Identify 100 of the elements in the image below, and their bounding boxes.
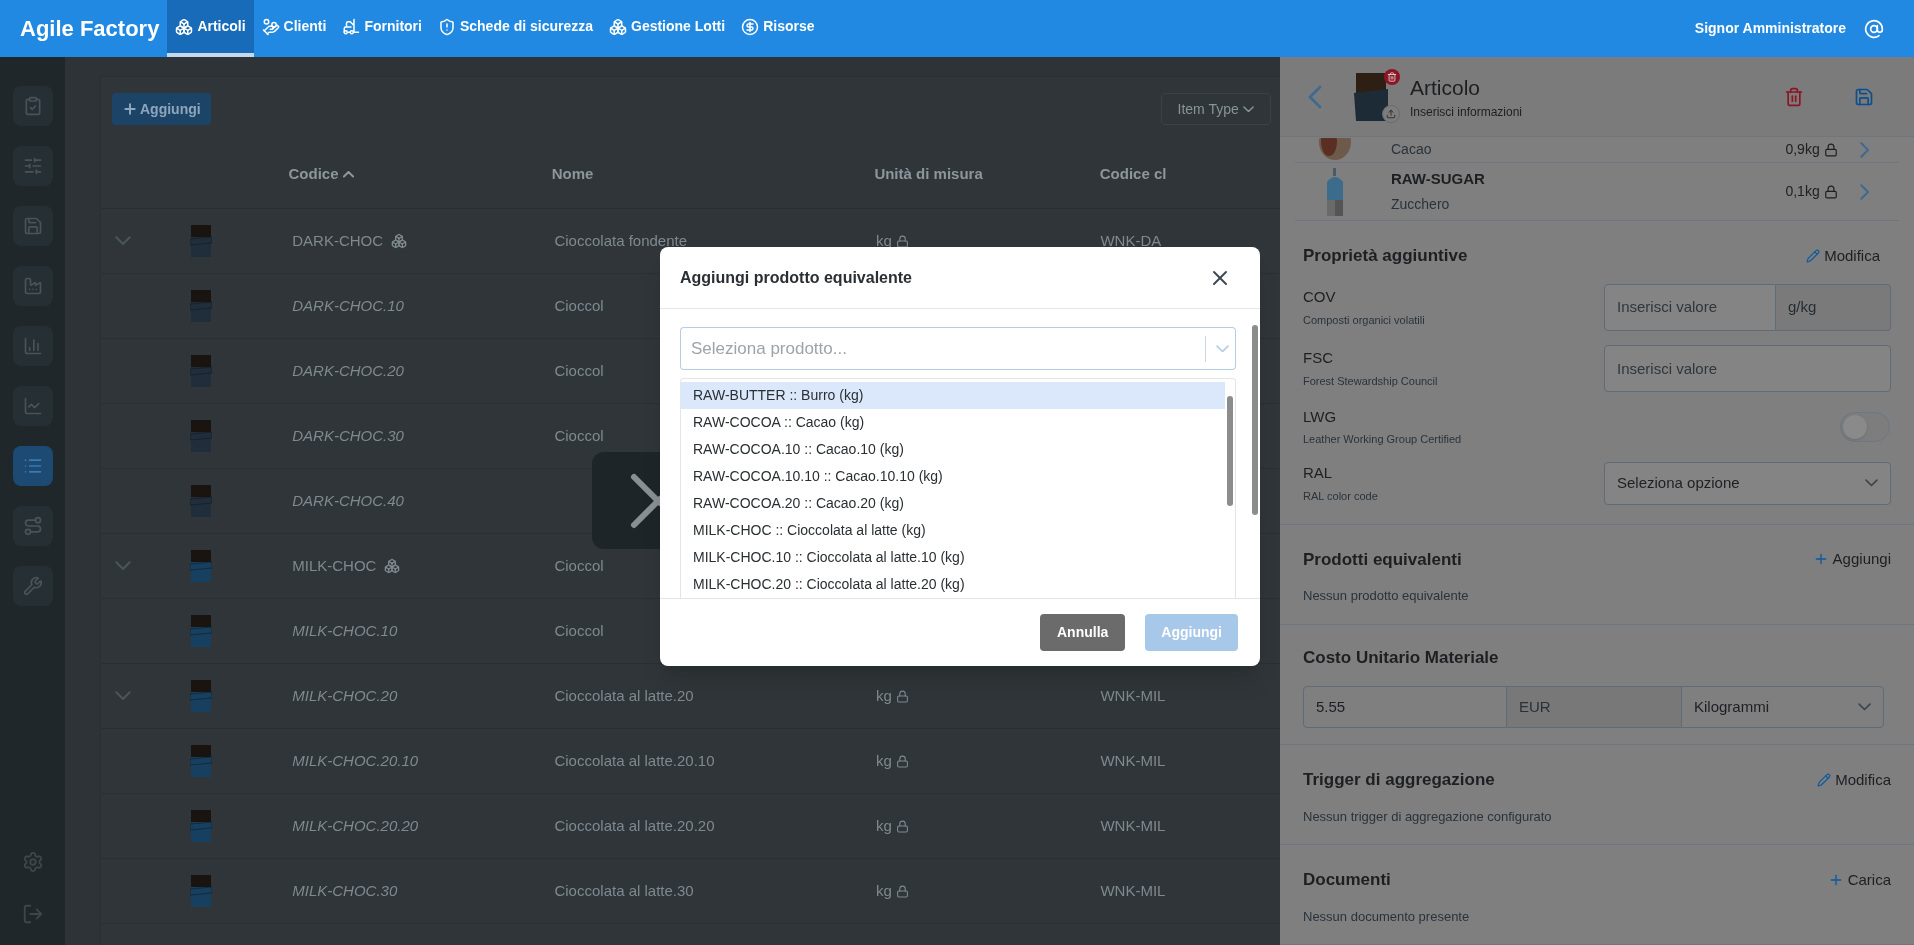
value-field[interactable]: Inserisci valore xyxy=(1604,283,1776,331)
name-cell: Cioccolata al latte.30 xyxy=(554,881,694,899)
table-row[interactable]: MILK-CHOC.30 Cioccolata al latte.30 kg WNK-MIL xyxy=(101,859,1280,924)
cost-field[interactable]: 5.55 xyxy=(1303,686,1507,728)
name-cell: Cioccol xyxy=(554,426,604,444)
expand-chevron-icon[interactable] xyxy=(115,561,132,571)
property-description: RAL color code xyxy=(1303,488,1378,504)
sidebar-button[interactable] xyxy=(12,146,53,186)
toggle-switch[interactable] xyxy=(1840,411,1890,442)
property-code: RAL xyxy=(1303,463,1334,483)
add-link[interactable]: Aggiungi xyxy=(1812,548,1891,571)
nav-tab[interactable]: Gestione Lotti xyxy=(601,0,734,57)
item-type-filter[interactable]: Item Type xyxy=(1160,93,1271,125)
delete-icon[interactable] xyxy=(1784,86,1804,107)
component-code: RAW-SUGAR xyxy=(1391,169,1485,189)
shield-icon xyxy=(437,17,456,36)
settings-icon[interactable] xyxy=(21,851,44,873)
chocolate-bar-icon xyxy=(189,745,212,777)
expand-chevron-icon[interactable] xyxy=(115,691,132,701)
code-cell-text: MILK-CHOC.20.20 xyxy=(292,815,419,836)
code-cell-text: MILK-CHOC.20 xyxy=(292,685,398,706)
unit-cell-text: kg xyxy=(875,685,892,706)
currency-label: EUR xyxy=(1507,686,1681,728)
close-tile[interactable] xyxy=(592,452,660,549)
chocolate-bar-icon xyxy=(189,615,212,647)
scrollbar[interactable] xyxy=(1252,325,1258,515)
sidebar-button[interactable] xyxy=(12,86,53,126)
sidebar-button[interactable] xyxy=(12,206,53,246)
property-description: Composti organici volatili xyxy=(1303,312,1425,328)
lock-icon xyxy=(895,234,909,248)
property-description: Forest Stewardship Council xyxy=(1303,373,1438,389)
back-icon[interactable] xyxy=(1308,84,1322,109)
sidebar-button[interactable] xyxy=(12,386,53,426)
chevron-right-icon[interactable] xyxy=(1859,183,1869,200)
sidebar-button[interactable] xyxy=(12,326,53,366)
sidebar-button[interactable] xyxy=(12,266,53,306)
column-header[interactable]: Nome xyxy=(551,163,594,186)
wrench-icon xyxy=(22,576,43,596)
sort-up-icon xyxy=(342,171,354,178)
property-code: COV xyxy=(1303,287,1337,307)
code-cell-text: DARK-CHOC.20 xyxy=(292,360,404,381)
chocolate-bar-icon xyxy=(189,290,212,322)
list-icon xyxy=(22,456,43,476)
expand-chevron-icon[interactable] xyxy=(115,236,132,246)
sidebar-button[interactable] xyxy=(12,446,53,486)
logout-icon[interactable] xyxy=(21,903,44,925)
chevron-down-icon xyxy=(1865,479,1878,487)
name-cell: Cioccol xyxy=(554,621,604,639)
pencil-icon xyxy=(1806,248,1821,263)
lock-icon xyxy=(1823,184,1838,199)
sidebar-button[interactable] xyxy=(12,506,53,546)
nav-tab[interactable]: Fornitori xyxy=(334,0,430,57)
nav-tab[interactable]: Risorse xyxy=(733,0,823,57)
lock-icon xyxy=(895,689,909,703)
chocolate-bar-icon xyxy=(189,485,212,517)
plus-icon xyxy=(122,101,138,117)
trash-badge-icon[interactable] xyxy=(1384,68,1400,85)
forklift-icon xyxy=(342,17,361,36)
component-description: Cacao xyxy=(1391,140,1432,160)
code-cell-text: DARK-CHOC.30 xyxy=(292,425,404,446)
nav-tab[interactable]: Clienti xyxy=(253,0,335,57)
column-header[interactable]: Codice cl xyxy=(1099,163,1167,186)
column-header[interactable]: Unità di misura xyxy=(874,163,983,186)
user-icon[interactable] xyxy=(1864,18,1884,39)
select-field[interactable]: Seleziona opzione xyxy=(1604,461,1891,505)
nav-tab[interactable]: Schede di sicurezza xyxy=(429,0,601,57)
line-chart-icon xyxy=(22,396,43,416)
chocolate-bar-icon xyxy=(189,875,212,907)
chevron-right-icon[interactable] xyxy=(1859,141,1869,158)
user-name: Signor Amministratore xyxy=(1694,19,1846,38)
edit-link[interactable]: Modifica xyxy=(1806,244,1880,267)
lock-icon xyxy=(1823,142,1838,157)
code-cell-text: MILK-CHOC.30 xyxy=(292,880,398,901)
boxes-icon xyxy=(609,17,627,36)
bar-chart-icon xyxy=(22,336,43,356)
brand-logo: Agile Factory xyxy=(20,15,160,43)
save-icon[interactable] xyxy=(1854,86,1874,107)
section-title: Costo Unitario Materiale xyxy=(1303,647,1499,667)
name-cell: Cioccolata al latte.20.20 xyxy=(554,816,715,834)
unit-cell-text: kg xyxy=(875,815,892,836)
column-header[interactable]: Codice xyxy=(288,163,354,186)
code-cell-text: DARK-CHOC xyxy=(292,230,384,251)
value-field[interactable]: Inserisci valore xyxy=(1604,344,1891,392)
factory-icon xyxy=(22,276,43,296)
panel-subtitle: Inserisci informazioni xyxy=(1410,104,1523,122)
nav-tab[interactable]: Articoli xyxy=(167,0,254,57)
cancel-button[interactable]: Annulla xyxy=(1040,614,1126,651)
add-button[interactable]: Aggiungi xyxy=(112,93,211,125)
panel-title: Articolo xyxy=(1410,74,1482,101)
scrollbar[interactable] xyxy=(1227,396,1233,506)
dollar-icon xyxy=(741,17,760,36)
unit-select[interactable]: Kilogrammi xyxy=(1681,686,1884,728)
table-row[interactable]: MILK-CHOC.20.10 Cioccolata al latte.20.10 kg WNK-MIL xyxy=(101,729,1280,794)
add-link[interactable]: Carica xyxy=(1827,868,1891,891)
lock-icon xyxy=(895,754,909,768)
option-item[interactable]: RAW-BUTTER :: Burro (kg) xyxy=(681,382,1225,409)
empty-message: Nessun prodotto equivalente xyxy=(1303,587,1470,605)
edit-link[interactable]: Modifica xyxy=(1817,768,1891,791)
sidebar-button[interactable] xyxy=(12,566,53,606)
table-row[interactable]: MILK-CHOC.20.20 Cioccolata al latte.20.20 kg WNK-MIL xyxy=(101,794,1280,859)
